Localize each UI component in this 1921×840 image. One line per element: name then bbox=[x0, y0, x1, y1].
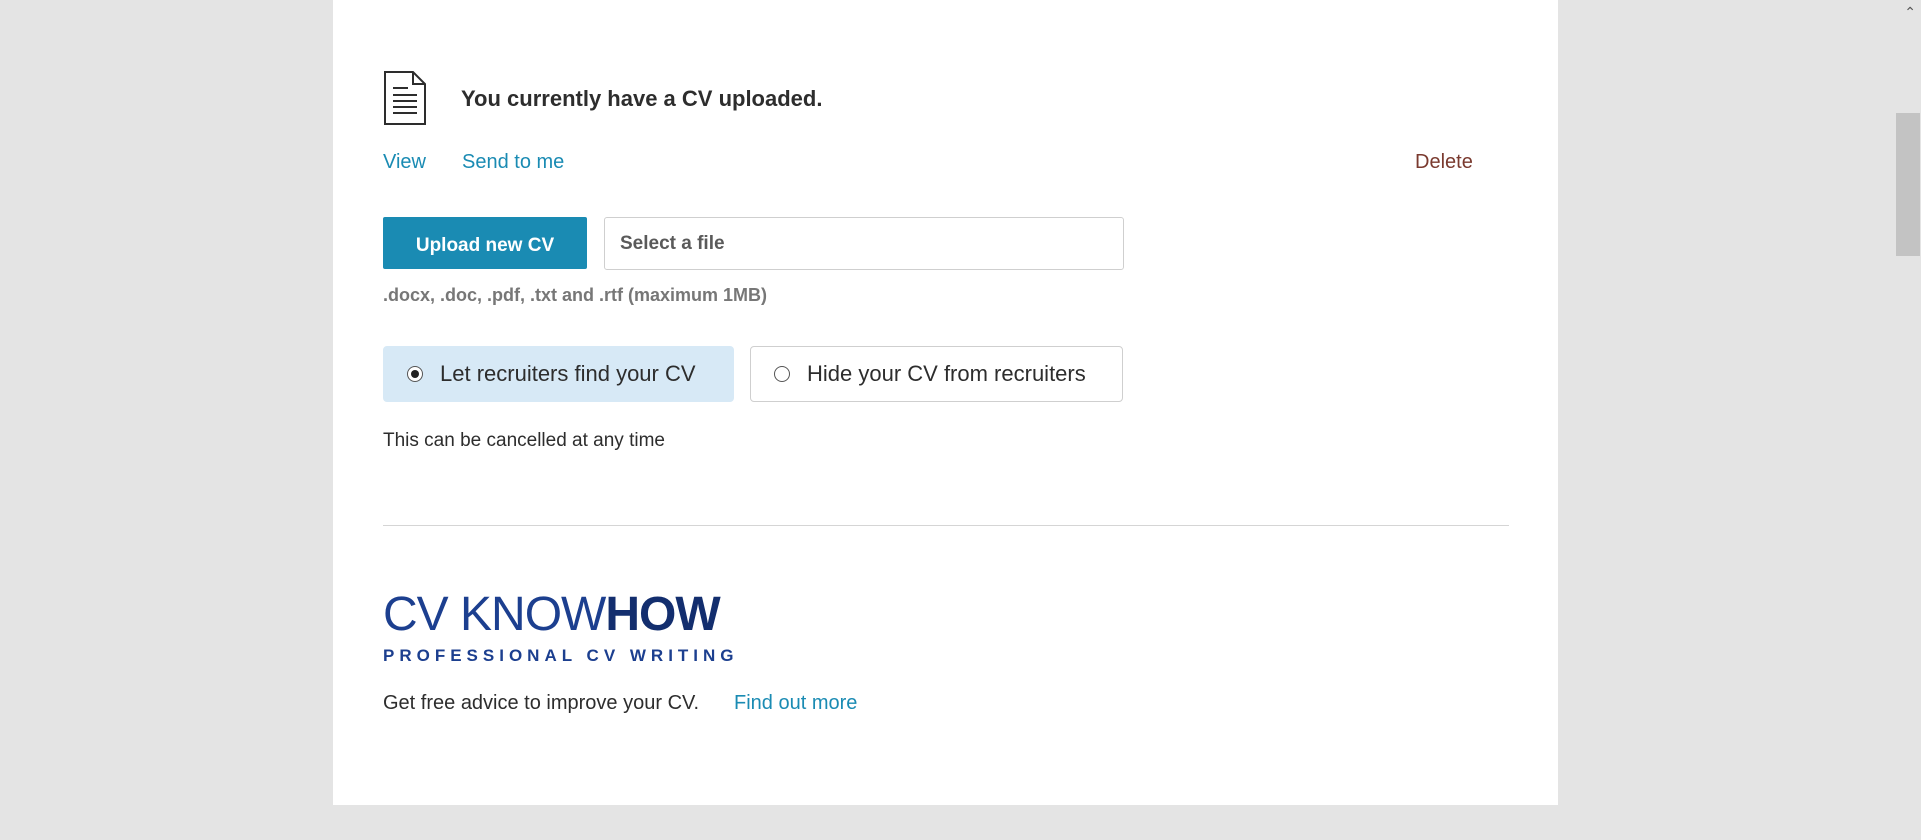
logo-text-bold: HOW bbox=[605, 588, 720, 641]
radio-label-find: Let recruiters find your CV bbox=[440, 361, 696, 386]
document-icon bbox=[384, 71, 426, 125]
cancel-note: This can be cancelled at any time bbox=[383, 430, 665, 451]
logo-tagline: PROFESSIONAL CV WRITING bbox=[383, 646, 739, 665]
delete-cv-link[interactable]: Delete bbox=[1415, 151, 1473, 174]
radio-let-recruiters-find[interactable]: Let recruiters find your CV bbox=[383, 346, 734, 402]
scroll-up-arrow-icon[interactable]: ⌃ bbox=[1904, 4, 1916, 21]
cv-knowhow-logo: CV KNOWHOW PROFESSIONAL CV WRITING bbox=[383, 591, 739, 666]
promo-text: Get free advice to improve your CV. bbox=[383, 692, 700, 714]
upload-new-cv-button[interactable]: Upload new CV bbox=[383, 217, 587, 269]
send-to-me-link[interactable]: Send to me bbox=[462, 151, 564, 174]
file-format-hint: .docx, .doc, .pdf, .txt and .rtf (maximu… bbox=[383, 285, 768, 305]
find-out-more-link[interactable]: Find out more bbox=[734, 692, 857, 715]
cv-status-message: You currently have a CV uploaded. bbox=[461, 86, 823, 111]
radio-label-hide: Hide your CV from recruiters bbox=[807, 361, 1086, 386]
file-select-input[interactable]: Select a file bbox=[604, 217, 1124, 270]
logo-text-light: CV KNOW bbox=[383, 588, 606, 641]
vertical-scrollbar[interactable]: ⌃ bbox=[1895, 0, 1921, 840]
radio-button-unchecked[interactable] bbox=[774, 366, 790, 382]
section-divider bbox=[383, 525, 1509, 526]
radio-hide-from-recruiters[interactable]: Hide your CV from recruiters bbox=[750, 346, 1123, 402]
file-select-placeholder: Select a file bbox=[620, 232, 725, 254]
cv-card: You currently have a CV uploaded. View S… bbox=[333, 0, 1558, 805]
scrollbar-thumb[interactable] bbox=[1896, 113, 1920, 256]
view-cv-link[interactable]: View bbox=[383, 151, 426, 174]
radio-button-checked[interactable] bbox=[407, 366, 423, 382]
